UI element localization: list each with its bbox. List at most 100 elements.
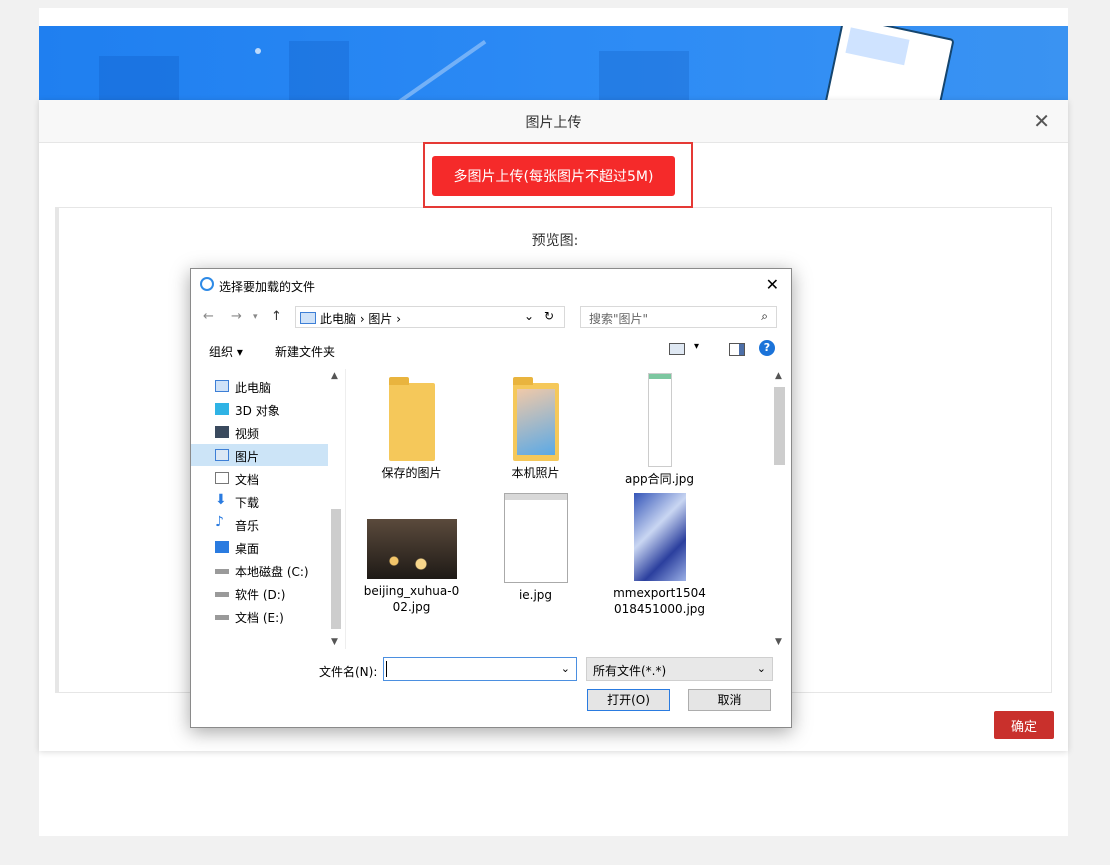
preview-label: 预览图: (531, 233, 579, 249)
sidebar-item-label: 本地磁盘 (C:) (235, 565, 309, 579)
document-image-icon (647, 373, 672, 467)
file-type-value: 所有文件(*.*) (593, 664, 667, 678)
video-icon (215, 426, 229, 438)
address-bar[interactable]: 此电脑 › 图片 › ⌄ ↻ (295, 306, 565, 328)
address-path: 此电脑 › 图片 › (320, 312, 402, 326)
scroll-down-icon[interactable]: ▼ (775, 637, 782, 647)
scroll-up-icon[interactable]: ▲ (775, 371, 782, 381)
download-icon: ⬇ (215, 492, 227, 508)
sidebar-item-label: 软件 (D:) (235, 588, 286, 602)
up-arrow-icon[interactable]: ↑ (271, 309, 282, 324)
open-button[interactable]: 打开(O) (587, 689, 670, 711)
sidebar-item-label: 3D 对象 (235, 404, 280, 418)
file-item-camera-roll[interactable]: 本机照片 (478, 377, 593, 481)
sidebar-item-label: 图片 (235, 450, 260, 464)
sidebar-item-label: 桌面 (235, 542, 260, 556)
drive-icon (215, 615, 229, 620)
help-icon[interactable]: ? (759, 340, 775, 356)
dialog-toolbar: 组织 ▾ 新建文件夹 ▾ ? (191, 337, 791, 365)
view-options-icon[interactable] (669, 343, 685, 355)
file-list-scrollbar[interactable]: ▲ ▼ (771, 369, 788, 649)
computer-icon (215, 380, 229, 392)
sidebar-item-pictures[interactable]: 图片 (191, 444, 328, 466)
modal-header: 图片上传 ✕ (39, 100, 1068, 143)
sidebar-item-drive-c[interactable]: 本地磁盘 (C:) (191, 559, 328, 581)
navigation-pane: 此电脑 3D 对象 视频 图片 文档 ⬇ 下载 ♪ 音乐 桌面 本地磁盘 (C:… (191, 369, 346, 649)
confirm-button[interactable]: 确定 (994, 711, 1054, 739)
close-icon[interactable]: ✕ (1033, 109, 1050, 133)
chevron-down-icon[interactable]: ⌄ (561, 662, 570, 675)
file-name: 保存的图片 (381, 466, 442, 480)
file-name: beijing_xuhua-0 02.jpg (363, 584, 460, 614)
banner-building (599, 51, 689, 106)
folder-icon (388, 377, 435, 461)
sidebar-item-downloads[interactable]: ⬇ 下载 (191, 490, 328, 512)
sidebar-item-3d-objects[interactable]: 3D 对象 (191, 398, 328, 420)
search-placeholder: 搜索"图片" (589, 312, 649, 326)
organize-button[interactable]: 组织 ▾ (209, 343, 243, 360)
sidebar-item-this-pc[interactable]: 此电脑 (191, 375, 328, 397)
folder-photo-icon (512, 377, 559, 461)
view-dropdown-icon[interactable]: ▾ (694, 341, 699, 352)
file-name: ie.jpg (518, 588, 553, 602)
nav-scrollbar[interactable]: ▲ ▼ (328, 369, 344, 649)
scroll-thumb[interactable] (331, 509, 341, 629)
header-banner (39, 26, 1068, 106)
ie-icon (200, 277, 214, 291)
forward-arrow-icon[interactable]: → (231, 309, 242, 324)
scroll-up-icon[interactable]: ▲ (331, 371, 338, 381)
banner-building (99, 56, 179, 106)
desktop-icon (215, 541, 229, 553)
file-item-saved-pictures[interactable]: 保存的图片 (354, 377, 469, 481)
search-input[interactable]: 搜索"图片" ⌕ (580, 306, 777, 328)
sidebar-item-label: 文档 (235, 473, 260, 487)
filename-input[interactable]: ⌄ (383, 657, 577, 681)
modal-title: 图片上传 (525, 115, 582, 131)
document-illustration (817, 26, 955, 106)
picture-icon (215, 449, 229, 461)
address-row: ← → ▾ ↑ 此电脑 › 图片 › ⌄ ↻ 搜索"图片" ⌕ (191, 303, 791, 333)
sidebar-item-videos[interactable]: 视频 (191, 421, 328, 443)
filename-label: 文件名(N): (319, 665, 378, 679)
scroll-down-icon[interactable]: ▼ (331, 637, 338, 647)
file-item-mmexport[interactable]: mmexport1504 018451000.jpg (602, 493, 717, 617)
chevron-down-icon[interactable]: ⌄ (757, 662, 766, 675)
dialog-title: 选择要加载的文件 (219, 280, 316, 294)
banner-dot (255, 48, 261, 54)
recent-dropdown-icon[interactable]: ▾ (253, 312, 258, 322)
file-list: 保存的图片 本机照片 app合同.jpg beijing_xuhua-0 02.… (346, 369, 771, 649)
file-name: 本机照片 (511, 466, 560, 480)
new-folder-button[interactable]: 新建文件夹 (275, 343, 335, 360)
cancel-button[interactable]: 取消 (688, 689, 771, 711)
sidebar-item-documents[interactable]: 文档 (191, 467, 328, 489)
sidebar-item-label: 此电脑 (235, 381, 272, 395)
back-arrow-icon[interactable]: ← (203, 309, 214, 324)
multi-image-upload-button[interactable]: 多图片上传(每张图片不超过5M) (432, 156, 675, 196)
file-item-ie[interactable]: ie.jpg (478, 493, 593, 603)
search-icon: ⌕ (761, 309, 768, 323)
text-caret (386, 661, 387, 677)
file-item-app-contract[interactable]: app合同.jpg (602, 373, 717, 487)
computer-icon (300, 312, 316, 324)
file-name: app合同.jpg (625, 472, 694, 486)
sidebar-item-drive-d[interactable]: 软件 (D:) (191, 582, 328, 604)
refresh-icon[interactable]: ↻ (544, 309, 554, 323)
dialog-close-icon[interactable]: ✕ (766, 275, 779, 294)
sidebar-item-desktop[interactable]: 桌面 (191, 536, 328, 558)
sidebar-item-drive-e[interactable]: 文档 (E:) (191, 605, 328, 627)
sidebar-item-label: 文档 (E:) (235, 611, 284, 625)
file-open-dialog: 选择要加载的文件 ✕ ← → ▾ ↑ 此电脑 › 图片 › ⌄ ↻ 搜索"图片"… (190, 268, 792, 728)
preview-pane-icon[interactable] (729, 343, 745, 356)
sidebar-item-label: 下载 (235, 496, 260, 510)
sidebar-item-music[interactable]: ♪ 音乐 (191, 513, 328, 535)
drive-icon (215, 592, 229, 597)
photo-blue-thumbnail (633, 493, 686, 581)
document-icon (215, 472, 229, 484)
chevron-down-icon[interactable]: ⌄ (524, 309, 534, 323)
file-type-select[interactable]: 所有文件(*.*) ⌄ (586, 657, 773, 681)
scroll-thumb[interactable] (774, 387, 785, 465)
file-item-beijing-xuhua[interactable]: beijing_xuhua-0 02.jpg (354, 519, 469, 615)
banner-line (385, 39, 487, 106)
drive-icon (215, 569, 229, 574)
music-icon: ♪ (215, 514, 224, 530)
